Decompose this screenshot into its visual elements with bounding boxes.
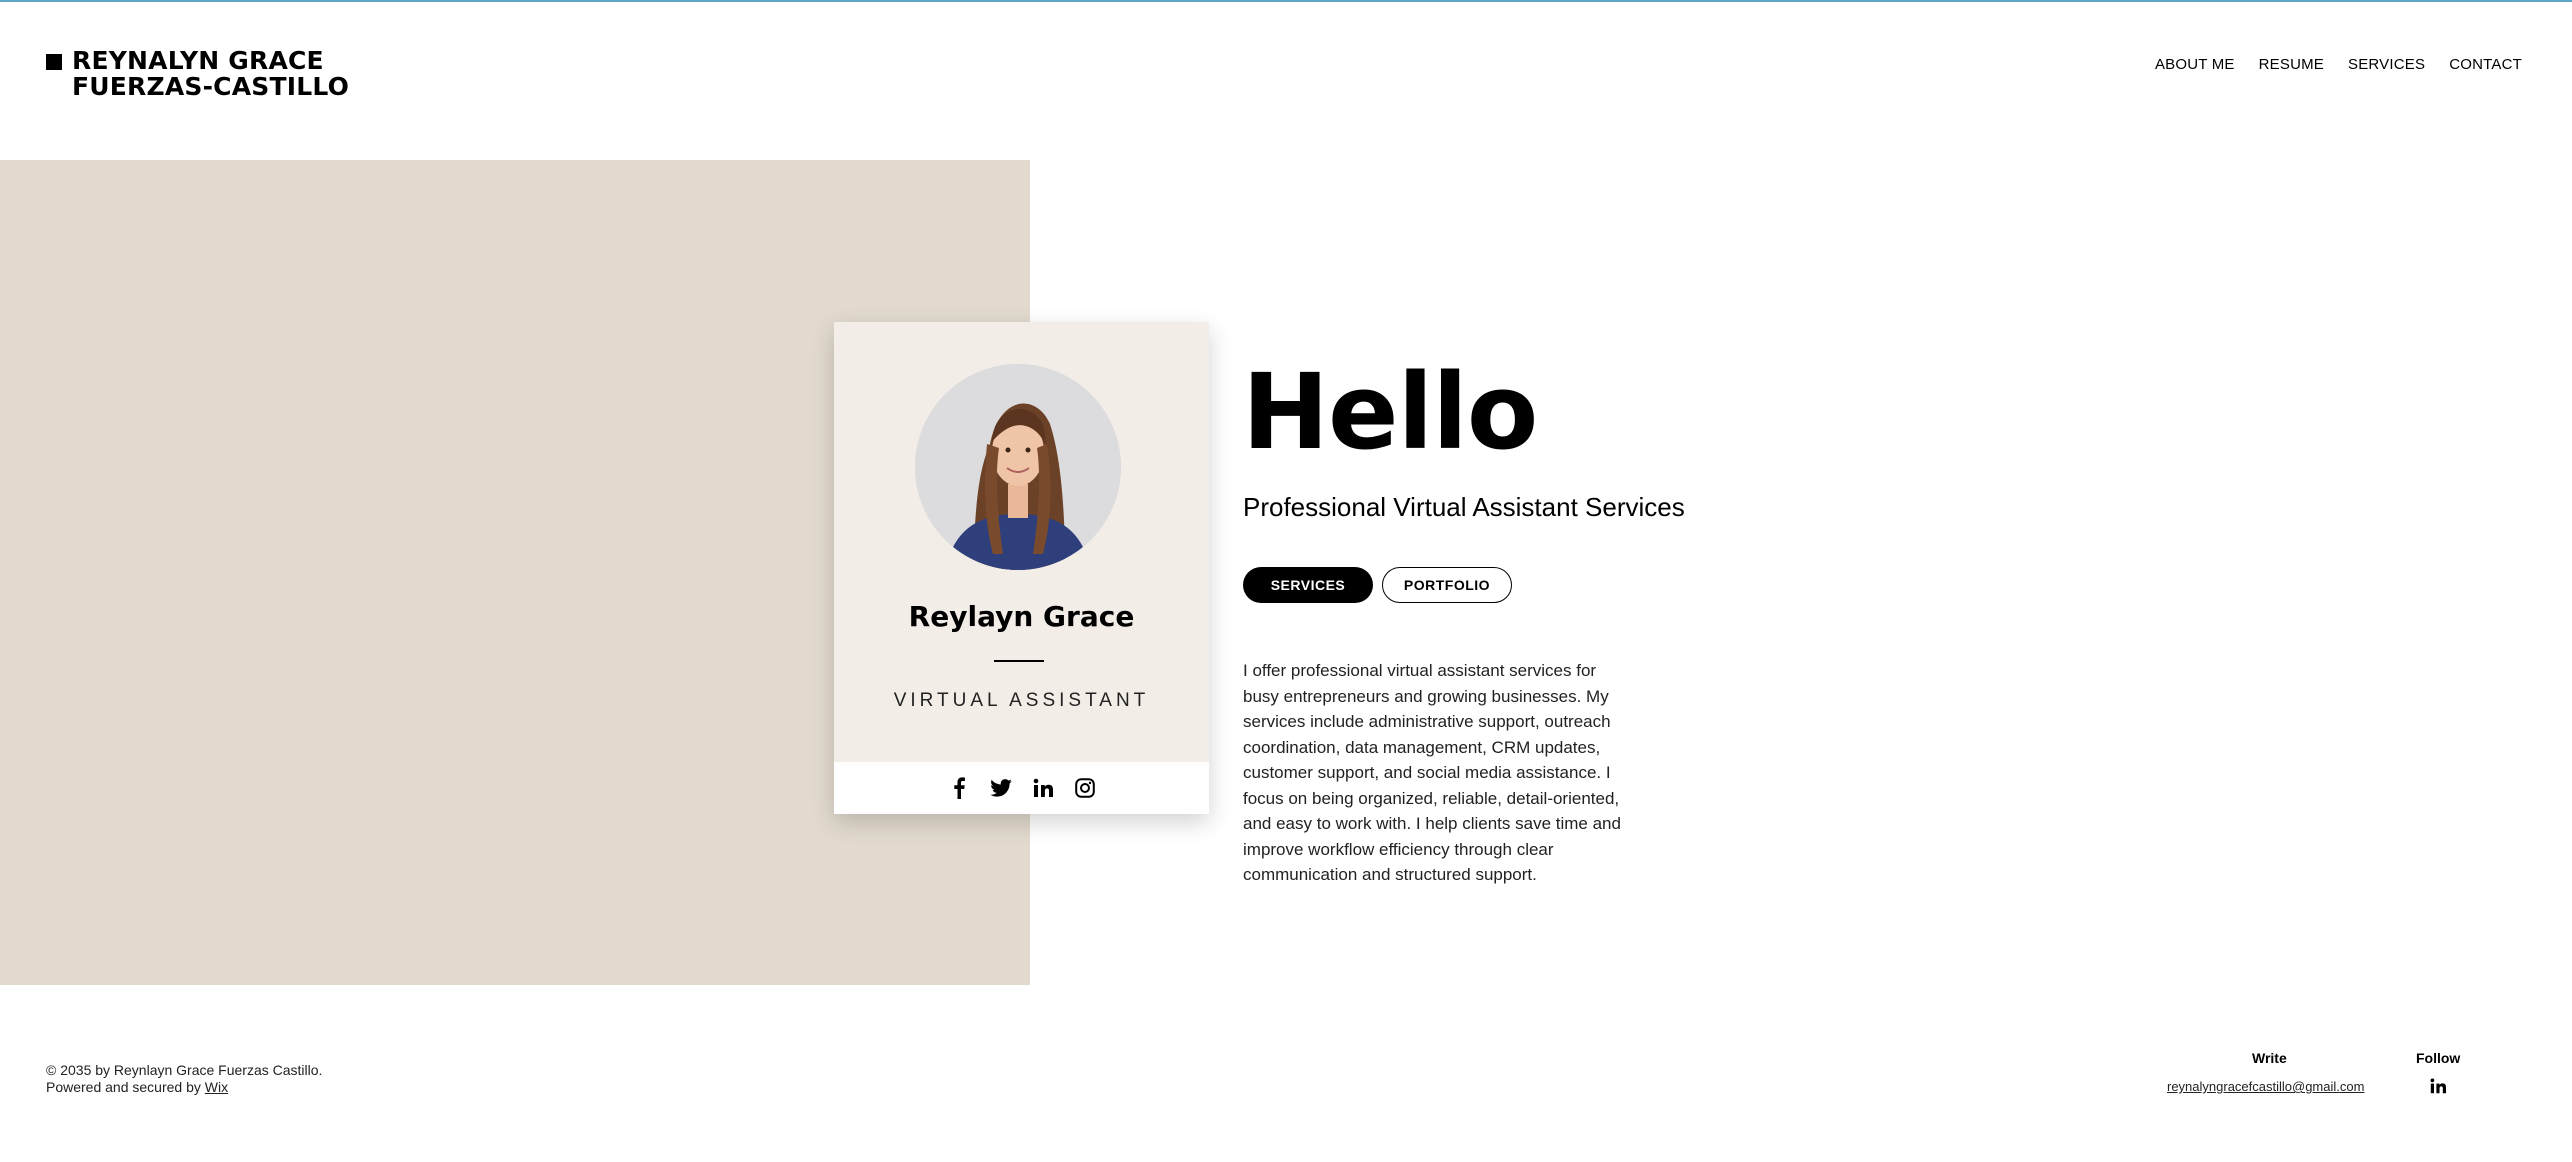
footer-copyright: © 2035 by Reynlayn Grace Fuerzas Castill… — [46, 1062, 322, 1096]
instagram-icon[interactable] — [1074, 777, 1096, 799]
hero-subtitle: Professional Virtual Assistant Services — [1243, 492, 1685, 522]
copyright-prefix: Powered and secured by — [46, 1079, 205, 1095]
nav-resume[interactable]: RESUME — [2259, 56, 2324, 73]
twitter-icon[interactable] — [989, 777, 1012, 799]
main-nav: ABOUT ME RESUME SERVICES CONTACT — [2155, 56, 2522, 73]
profile-card: Reylayn Grace VIRTUAL ASSISTANT — [834, 322, 1209, 814]
portfolio-button[interactable]: PORTFOLIO — [1382, 567, 1512, 603]
site-logo[interactable]: REYNALYN GRACE FUERZAS-CASTILLO — [46, 48, 349, 100]
copyright-line-1: © 2035 by Reynlayn Grace Fuerzas Castill… — [46, 1062, 323, 1078]
services-button[interactable]: SERVICES — [1243, 567, 1373, 603]
card-role: VIRTUAL ASSISTANT — [893, 690, 1150, 711]
facebook-icon[interactable] — [948, 777, 970, 799]
logo-line-2: FUERZAS-CASTILLO — [72, 72, 350, 101]
logo-text: REYNALYN GRACE FUERZAS-CASTILLO — [72, 48, 349, 100]
card-divider — [994, 660, 1044, 662]
footer-email-link[interactable]: reynalyngracefcastillo@gmail.com — [2167, 1079, 2364, 1094]
footer-write-title: Write — [2252, 1050, 2287, 1066]
linkedin-icon[interactable] — [1032, 777, 1054, 799]
profile-photo — [915, 364, 1121, 570]
nav-services[interactable]: SERVICES — [2348, 56, 2425, 73]
nav-contact[interactable]: CONTACT — [2449, 56, 2522, 73]
footer-follow-title: Follow — [2416, 1050, 2461, 1066]
wix-link[interactable]: Wix — [205, 1079, 228, 1095]
hero-heading: Hello — [1242, 351, 1538, 473]
footer-linkedin-icon[interactable] — [2429, 1077, 2447, 1095]
social-bar — [834, 762, 1209, 814]
copyright-line-2: Powered and secured by Wix — [46, 1079, 322, 1096]
logo-line-1: REYNALYN GRACE — [72, 46, 324, 75]
logo-square-icon — [46, 54, 62, 70]
card-name: Reylayn Grace — [908, 600, 1135, 633]
nav-about-me[interactable]: ABOUT ME — [2155, 56, 2235, 73]
bio-text: I offer professional virtual assistant s… — [1243, 661, 1621, 884]
top-accent-line — [0, 0, 2572, 2]
avatar — [915, 364, 1121, 570]
